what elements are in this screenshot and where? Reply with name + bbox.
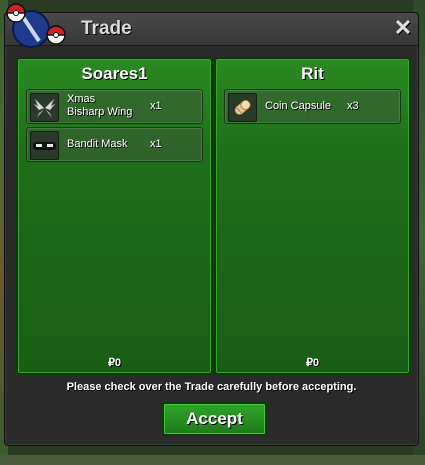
bandit-mask-icon: [30, 131, 59, 160]
item-name: Coin Capsule: [265, 100, 332, 112]
money-offer: ₽0: [305, 357, 320, 369]
coin-capsule-icon: [228, 93, 257, 122]
money-offer: ₽0: [107, 357, 122, 369]
offer-panel-soares1: Soares1 Xmas Bisharp Wing x1 Bandit Mask…: [16, 57, 213, 375]
player-name: Soares1: [81, 64, 148, 83]
trade-window: Trade ✕ Soares1 Xmas Bisharp Wing x1 Ban…: [4, 3, 419, 446]
item-name: Xmas Bisharp Wing: [67, 93, 133, 118]
close-icon[interactable]: ✕: [392, 17, 414, 39]
trade-notice: Please check over the Trade carefully be…: [66, 381, 357, 393]
item-quantity: x1: [150, 138, 162, 150]
trade-logo-icon: [1, 1, 77, 57]
trade-item-slot[interactable]: Bandit Mask x1: [26, 127, 203, 162]
item-quantity: x3: [347, 100, 359, 112]
game-background-bottom: [0, 455, 425, 465]
offer-panel-rit: Rit Coin Capsule x3 ₽0: [214, 57, 411, 375]
player-name: Rit: [301, 64, 324, 83]
item-quantity: x1: [150, 100, 162, 112]
trade-item-slot[interactable]: Coin Capsule x3: [224, 89, 401, 124]
item-name: Bandit Mask: [67, 138, 128, 150]
window-title: Trade: [81, 18, 132, 39]
accept-button[interactable]: Accept: [162, 402, 267, 436]
trade-item-slot[interactable]: Xmas Bisharp Wing x1: [26, 89, 203, 124]
bisharp-wing-icon: [30, 93, 59, 122]
